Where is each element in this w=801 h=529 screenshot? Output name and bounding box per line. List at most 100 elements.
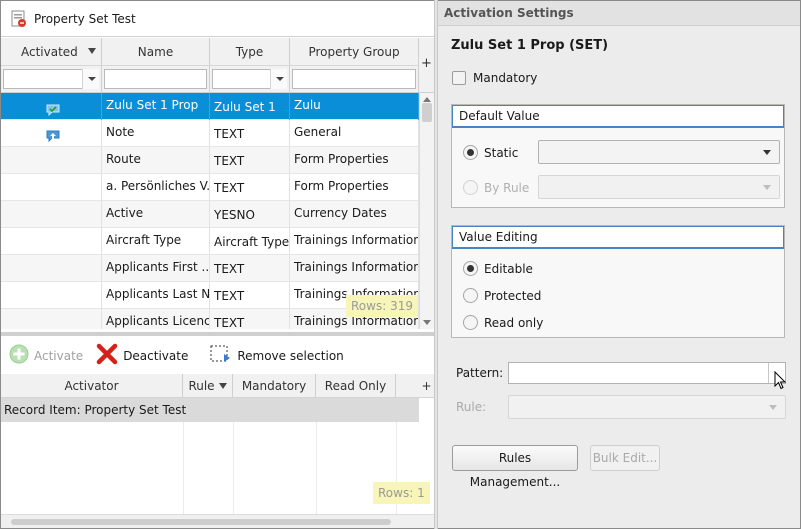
remove-selection-button[interactable]: Remove selection: [210, 344, 344, 367]
group-cell: Zulu: [290, 93, 419, 120]
column-header-read-only[interactable]: Read Only: [316, 374, 396, 398]
pattern-input[interactable]: [508, 362, 787, 390]
column-header-label: Rule: [188, 378, 215, 393]
column-header-activator[interactable]: Activator: [1, 374, 183, 398]
by-rule-radio[interactable]: By Rule: [463, 180, 529, 195]
checkbox-box[interactable]: [452, 71, 466, 85]
type-cell: TEXT: [210, 309, 290, 329]
name-cell: Route: [102, 147, 210, 174]
column-header-property-group[interactable]: Property Group: [290, 38, 419, 66]
group-cell: Currency Dates: [290, 201, 419, 228]
name-cell: a. Persönliches V...: [102, 174, 210, 201]
table-row[interactable]: Applicants First ... TEXT Trainings Info…: [1, 255, 419, 282]
scrollbar-thumb[interactable]: [422, 103, 432, 122]
default-value-legend: Default Value: [452, 105, 784, 128]
activated-cell: [1, 120, 102, 147]
rules-management-button[interactable]: Rules Management...: [452, 445, 578, 489]
column-header-mandatory[interactable]: Mandatory: [233, 374, 316, 398]
activated-cell: [1, 255, 102, 282]
editable-radio[interactable]: Editable: [463, 261, 533, 276]
sort-arrow-icon[interactable]: [218, 382, 227, 389]
activation-settings-panel: Activation Settings Zulu Set 1 Prop (SET…: [438, 1, 800, 528]
name-cell: Applicants Last N...: [102, 282, 210, 309]
group-cell: General: [290, 120, 419, 147]
add-column-button[interactable]: +: [419, 374, 434, 398]
scroll-up-icon[interactable]: [423, 97, 431, 102]
radio-button[interactable]: [463, 145, 478, 160]
protected-radio[interactable]: Protected: [463, 288, 541, 303]
static-label: Static: [484, 145, 519, 160]
radio-button[interactable]: [463, 315, 478, 330]
column-header-label: Activated: [21, 44, 78, 59]
table-row[interactable]: Note TEXT General: [1, 120, 419, 147]
activate-button[interactable]: Activate: [9, 344, 83, 367]
filter-activated: [1, 66, 102, 93]
filter-name-input[interactable]: [104, 69, 207, 89]
column-header-rule[interactable]: Rule: [183, 374, 233, 398]
radio-button[interactable]: [463, 180, 478, 195]
activated-cell: [1, 309, 102, 329]
table-row[interactable]: Record Item: Property Set Test: [1, 398, 419, 422]
filter-name: [102, 66, 210, 93]
column-header-activated[interactable]: Activated: [1, 38, 102, 66]
static-radio[interactable]: Static: [463, 145, 518, 160]
title-bar: Property Set Test: [1, 1, 434, 37]
filter-dropdown-icon[interactable]: [270, 69, 287, 89]
red-x-icon: [96, 343, 118, 368]
activator-grid: Activator Rule Mandatory Read Only + Rec…: [1, 374, 434, 514]
static-value-select[interactable]: [538, 140, 780, 164]
filter-type: [210, 66, 290, 93]
deactivate-button[interactable]: Deactivate: [96, 343, 188, 368]
sort-arrow-icon[interactable]: [88, 48, 96, 54]
filter-dropdown-icon[interactable]: [82, 69, 99, 89]
column-header-name[interactable]: Name: [102, 38, 210, 66]
table-row[interactable]: Route TEXT Form Properties: [1, 147, 419, 174]
bulk-edit-button[interactable]: Bulk Edit...: [590, 445, 660, 471]
scroll-down-icon[interactable]: [423, 320, 431, 325]
name-cell: Applicants Licenc...: [102, 309, 210, 329]
table-row[interactable]: Zulu Set 1 Prop Zulu Set 1 Zulu: [1, 93, 419, 120]
speech-bubble-up-icon: [46, 127, 60, 147]
rule-select[interactable]: [508, 395, 786, 419]
column-header-type[interactable]: Type: [210, 38, 290, 66]
name-cell: Note: [102, 120, 210, 147]
column-header-blank: [396, 374, 419, 398]
table-row[interactable]: a. Persönliches V... TEXT Form Propertie…: [1, 174, 419, 201]
grid-rows: Zulu Set 1 Prop Zulu Set 1 Zulu Note TEX…: [1, 93, 419, 329]
table-row[interactable]: Active YESNO Currency Dates: [1, 201, 419, 228]
filter-property-group: [290, 66, 419, 93]
protected-label: Protected: [484, 288, 542, 303]
group-cell: Form Properties: [290, 174, 419, 201]
group-cell: Form Properties: [290, 147, 419, 174]
mandatory-checkbox[interactable]: Mandatory: [452, 71, 537, 85]
by-rule-select[interactable]: [538, 175, 780, 199]
filter-property-group-input[interactable]: [292, 69, 416, 89]
window-title: Property Set Test: [34, 11, 136, 26]
horizontal-scrollbar[interactable]: [1, 514, 434, 528]
selection-remove-icon: [210, 344, 232, 367]
radio-button[interactable]: [463, 288, 478, 303]
property-set-icon: [10, 10, 28, 28]
scrollbar-thumb[interactable]: [11, 519, 391, 525]
grid-vertical-scrollbar[interactable]: [419, 93, 434, 329]
mandatory-label: Mandatory: [473, 71, 538, 85]
panel-splitter[interactable]: [1, 332, 434, 336]
setting-title: Zulu Set 1 Prop (SET): [451, 38, 609, 53]
default-value-group: Default Value Static By Rule: [451, 104, 785, 208]
activated-cell: [1, 93, 102, 120]
activator-row-count: Rows: 1: [373, 482, 430, 504]
type-cell: Zulu Set 1: [210, 93, 290, 120]
column-divider: [233, 422, 234, 514]
name-cell: Applicants First ...: [102, 255, 210, 282]
name-cell: Active: [102, 201, 210, 228]
table-row[interactable]: Aircraft Type Aircraft Type Trainings In…: [1, 228, 419, 255]
add-column-button[interactable]: +: [419, 38, 434, 93]
radio-button[interactable]: [463, 261, 478, 276]
read-only-radio[interactable]: Read only: [463, 315, 543, 330]
activate-label: Activate: [34, 348, 84, 363]
activated-cell: [1, 201, 102, 228]
by-rule-label: By Rule: [484, 180, 530, 195]
rule-label: Rule:: [456, 400, 487, 414]
type-cell: TEXT: [210, 120, 290, 147]
pattern-label: Pattern:: [456, 366, 504, 380]
